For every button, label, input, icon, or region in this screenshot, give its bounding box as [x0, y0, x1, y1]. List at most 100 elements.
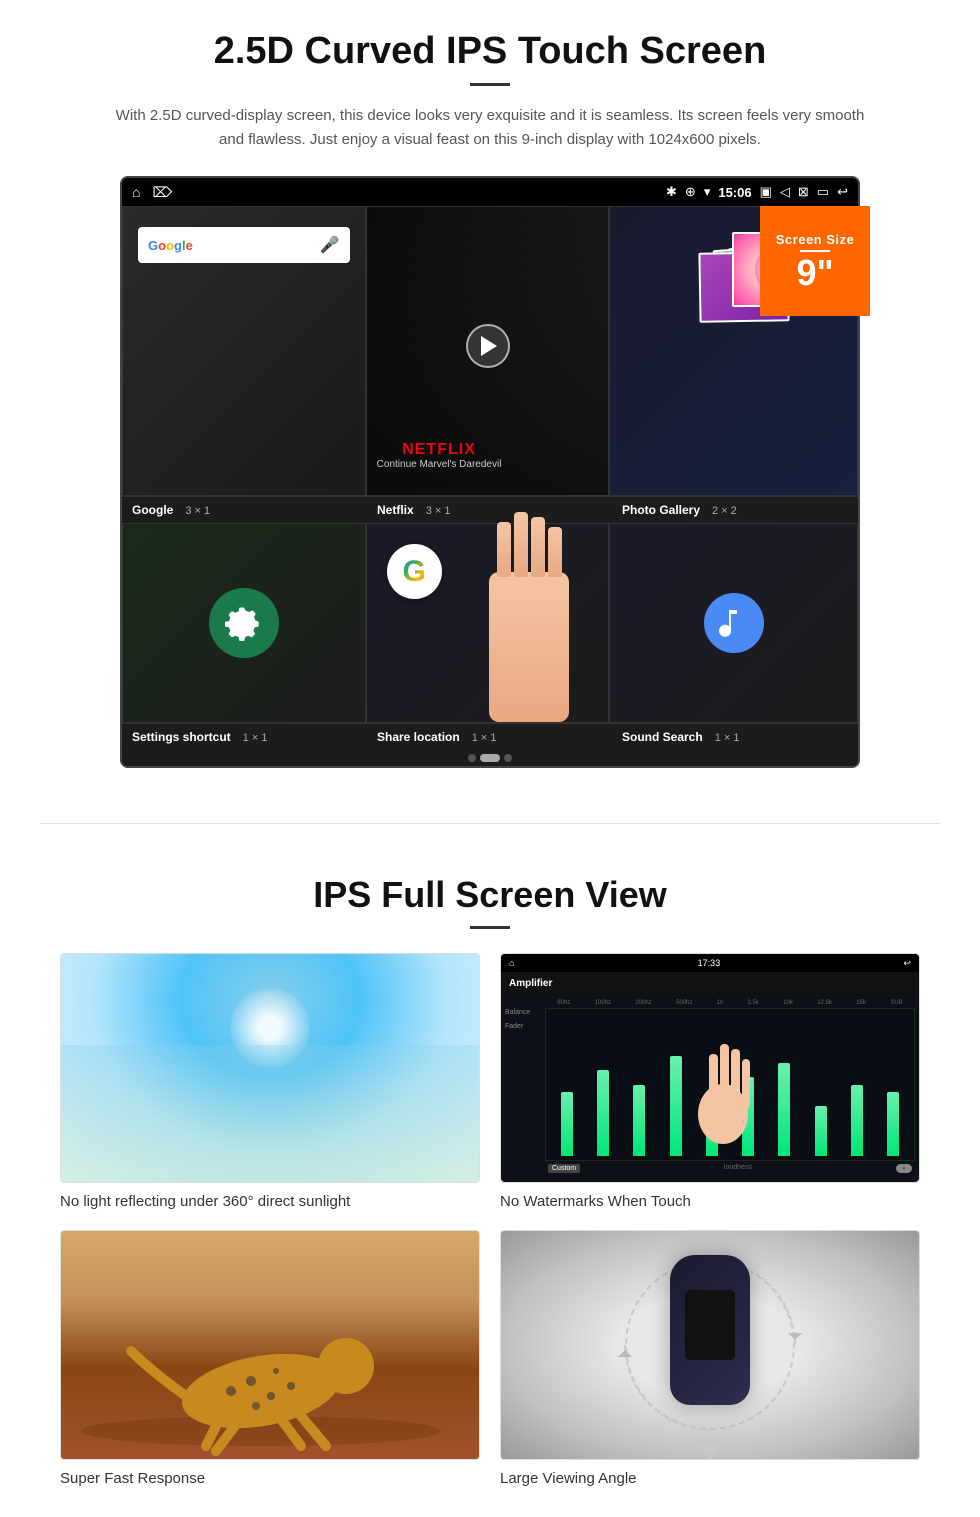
google-app-name: Google — [132, 503, 173, 517]
gear-icon-container — [209, 588, 279, 658]
home-icon: ⌂ — [132, 184, 140, 200]
eq-bar-6 — [742, 1077, 754, 1156]
freq-12.5k: 12.5k — [817, 1000, 832, 1006]
feature-image-cheetah — [60, 1230, 480, 1460]
camera-icon: ▣ — [760, 184, 772, 200]
feature-image-car — [500, 1230, 920, 1460]
sound-app-size: 1 × 1 — [715, 732, 740, 744]
eq-bar-1 — [561, 1092, 573, 1156]
app-cell-netflix: NETFLIX Continue Marvel's Daredevil — [366, 206, 610, 496]
music-icon — [717, 606, 751, 640]
freq-60: 60hz — [557, 1000, 570, 1006]
android-screen: ⌂ ⌦ ✱ ⊕ ▾ 15:06 ▣ ◁ ⊠ ▭ ↩ — [120, 176, 860, 768]
photo-app-name: Photo Gallery — [622, 503, 700, 517]
play-icon — [481, 336, 497, 356]
feature-sunlight: No light reflecting under 360° direct su… — [60, 953, 480, 1210]
eq-balance-label: Balance — [505, 1006, 545, 1020]
freq-500: 500hz — [676, 1000, 692, 1006]
close-icon: ⊠ — [798, 184, 809, 200]
eq-bottom-controls: Custom loudness ● — [545, 1161, 915, 1176]
cheetah-svg — [61, 1231, 480, 1460]
finger3 — [531, 517, 545, 577]
status-right-icons: ✱ ⊕ ▾ 15:06 ▣ ◁ ⊠ ▭ ↩ — [666, 184, 848, 200]
window-icon: ▭ — [817, 184, 829, 200]
cheetah-bg — [61, 1231, 479, 1459]
label-share: Share location 1 × 1 — [377, 730, 622, 744]
feature-caption-cheetah: Super Fast Response — [60, 1470, 480, 1487]
dot-3 — [504, 754, 512, 762]
eq-freq-row: 60hz 100hz 200hz 500hz 1k 2.5k 10k 12.5k… — [545, 998, 915, 1008]
screen-size-badge: Screen Size 9" — [760, 206, 870, 316]
hand-illustration — [439, 472, 619, 722]
status-bar: ⌂ ⌦ ✱ ⊕ ▾ 15:06 ▣ ◁ ⊠ ▭ ↩ — [122, 178, 858, 206]
eq-back-icon: ↩ — [903, 958, 911, 969]
settings-app-name: Settings shortcut — [132, 730, 231, 744]
section2-title: IPS Full Screen View — [60, 874, 920, 916]
sunlight-bg — [61, 954, 479, 1182]
freq-2.5k: 2.5k — [748, 1000, 759, 1006]
freq-15k: 15k — [856, 1000, 866, 1006]
eq-sidebar: Balance Fader — [505, 998, 545, 1176]
eq-time: 17:33 — [698, 958, 721, 968]
freq-1k: 1k — [717, 1000, 723, 1006]
car-body — [670, 1255, 750, 1405]
g-logo: G — [387, 544, 442, 599]
app-cell-sound — [609, 523, 858, 723]
app-cell-settings — [122, 523, 366, 723]
section2-underline — [470, 926, 510, 929]
netflix-content: NETFLIX Continue Marvel's Daredevil — [367, 207, 609, 495]
share-app-size: 1 × 1 — [472, 732, 497, 744]
eq-bar-10 — [887, 1092, 899, 1156]
feature-image-sunlight — [60, 953, 480, 1183]
feature-equalizer: ⌂ 17:33 ↩ Amplifier Balance Fader — [500, 953, 920, 1210]
mic-icon: 🎤 — [320, 235, 340, 255]
location-icon: ⊕ — [685, 184, 696, 200]
dot-2 — [480, 754, 500, 762]
hand-body — [489, 572, 569, 722]
eq-bar-4 — [670, 1056, 682, 1156]
netflix-app-name: Netflix — [377, 503, 414, 517]
finger4 — [548, 527, 562, 577]
music-icon-container — [704, 593, 764, 653]
eq-bar-8 — [815, 1106, 827, 1156]
finger2 — [514, 512, 528, 577]
wifi-icon: ▾ — [704, 184, 711, 200]
label-photo: Photo Gallery 2 × 2 — [622, 503, 848, 517]
eq-bar-5 — [706, 1099, 718, 1156]
page-dots — [122, 750, 858, 766]
eq-loudness-label: loudness — [724, 1164, 752, 1173]
eq-bar-7 — [778, 1063, 790, 1156]
feature-caption-sunlight: No light reflecting under 360° direct su… — [60, 1193, 480, 1210]
freq-10k: 10k — [783, 1000, 793, 1006]
section-divider — [40, 823, 940, 824]
feature-caption-car: Large Viewing Angle — [500, 1470, 920, 1487]
freq-sub: SUB — [890, 1000, 902, 1006]
eq-home-icon: ⌂ — [509, 958, 514, 968]
app-cell-google: Google 🎤 — [122, 206, 366, 496]
volume-icon: ◁ — [780, 184, 790, 200]
eq-status-bar: ⌂ 17:33 ↩ — [501, 954, 919, 972]
label-google: Google 3 × 1 — [132, 503, 377, 517]
label-settings: Settings shortcut 1 × 1 — [132, 730, 377, 744]
status-time: 15:06 — [718, 185, 751, 200]
netflix-brand: NETFLIX — [377, 441, 502, 459]
eq-bar-3 — [633, 1085, 645, 1157]
section-curved-ips: 2.5D Curved IPS Touch Screen With 2.5D c… — [0, 0, 980, 793]
eq-fader-label: Fader — [505, 1020, 545, 1034]
freq-200: 200hz — [635, 1000, 651, 1006]
settings-app-size: 1 × 1 — [243, 732, 268, 744]
status-left-icons: ⌂ ⌦ — [132, 184, 172, 201]
photo-app-size: 2 × 2 — [712, 505, 737, 517]
sound-app-name: Sound Search — [622, 730, 703, 744]
car-direction-arrow — [695, 1440, 725, 1460]
badge-title: Screen Size — [776, 232, 855, 247]
back-icon: ↩ — [837, 184, 848, 200]
netflix-subtitle: Continue Marvel's Daredevil — [377, 459, 502, 470]
app-grid-top: Google 🎤 NE — [122, 206, 858, 496]
netflix-figure — [367, 227, 609, 465]
badge-size: 9" — [796, 255, 833, 291]
app-labels-bottom: Settings shortcut 1 × 1 Share location 1… — [122, 723, 858, 750]
share-app-name: Share location — [377, 730, 460, 744]
eq-toggle: ● — [896, 1164, 912, 1173]
eq-main: 60hz 100hz 200hz 500hz 1k 2.5k 10k 12.5k… — [545, 998, 915, 1176]
